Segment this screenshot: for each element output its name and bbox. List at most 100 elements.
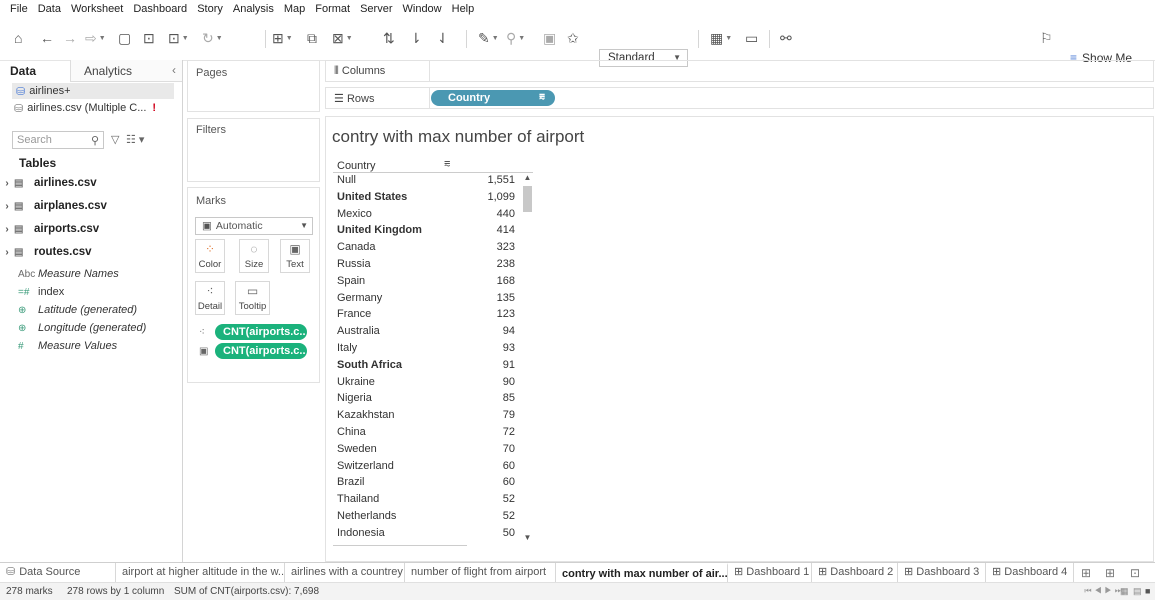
sort-descending-icon[interactable]: ⇃	[437, 28, 449, 48]
highlight-icon[interactable]: ✎ ▼	[478, 28, 499, 48]
menu-file[interactable]: File	[0, 3, 33, 15]
columns-shelf[interactable]: ⦀ Columns	[325, 60, 1154, 82]
field-item[interactable]: # Measure Values	[18, 338, 117, 354]
table-item[interactable]: › ▤ airports.csv	[0, 220, 99, 238]
tooltip-button[interactable]: ▭ Tooltip	[235, 281, 270, 315]
menu-data[interactable]: Data	[33, 3, 66, 15]
show-cards-icon[interactable]: ▦ ▼	[710, 28, 732, 48]
menu-map[interactable]: Map	[279, 3, 310, 15]
table-item[interactable]: › ▤ routes.csv	[0, 243, 91, 261]
pin-tooltip-icon[interactable]: ⚐	[1040, 28, 1053, 48]
collapse-pane-icon[interactable]: ‹	[172, 63, 176, 77]
sheet-tab[interactable]: number of flight from airport	[405, 563, 556, 583]
menu-server[interactable]: Server	[355, 3, 397, 15]
field-item[interactable]: ⊕ Latitude (generated)	[18, 302, 137, 318]
replay-icon[interactable]: ⇨ ▼	[85, 28, 106, 48]
table-row[interactable]: Netherlands 52	[333, 508, 517, 525]
sheet-tab[interactable]: ⊞ Dashboard 1	[728, 563, 812, 583]
tab-data[interactable]: Data	[0, 60, 70, 82]
mark-type-dropdown[interactable]: ▣ Automatic ▼	[195, 217, 313, 235]
field-item[interactable]: =# index	[18, 284, 64, 300]
search-input[interactable]: Search ⚲	[12, 131, 104, 149]
table-row[interactable]: United States 1,099	[333, 189, 517, 206]
group-icon[interactable]: ⚲ ▼	[506, 28, 525, 48]
text-pill-row[interactable]: ▣ CNT(airports.c..	[199, 343, 307, 359]
menu-analysis[interactable]: Analysis	[228, 3, 279, 15]
text-button[interactable]: ▣ Text	[280, 239, 310, 273]
table-row[interactable]: Canada 323	[333, 239, 517, 256]
undo-icon[interactable]: ←	[40, 28, 54, 48]
table-item[interactable]: › ▤ airlines.csv	[0, 174, 96, 192]
new-dashboard-icon[interactable]: ⊞	[1105, 566, 1115, 580]
duplicate-sheet-icon[interactable]: ⧉	[307, 28, 317, 48]
menu-format[interactable]: Format	[310, 3, 355, 15]
field-item[interactable]: Abc Measure Names	[18, 266, 119, 282]
menu-help[interactable]: Help	[447, 3, 480, 15]
table-row[interactable]: Null 1,551	[333, 172, 517, 189]
table-row[interactable]: Germany 135	[333, 290, 517, 307]
presentation-mode-icon[interactable]: ▭	[745, 28, 758, 48]
sheet-tab[interactable]: ⛁ Data Source	[0, 563, 116, 583]
datasource-item[interactable]: ⛁ airlines.csv (Multiple C... !	[14, 100, 156, 116]
redo-icon[interactable]: →	[63, 28, 77, 48]
sort-ascending-icon[interactable]: ⇂	[410, 28, 422, 48]
table-row[interactable]: Spain 168	[333, 273, 517, 290]
label-icon[interactable]: ▣	[543, 28, 556, 48]
sheet-tab[interactable]: ⊞ Dashboard 4	[986, 563, 1074, 583]
measure-pill[interactable]: CNT(airports.c..	[215, 324, 307, 340]
new-worksheet-icon[interactable]: ⊡ ▼	[168, 28, 189, 48]
menu-dashboard[interactable]: Dashboard	[128, 3, 192, 15]
sheet-tab[interactable]: ⊞ Dashboard 3	[898, 563, 986, 583]
chevron-right-icon[interactable]: ›	[0, 201, 14, 212]
pages-card[interactable]: Pages	[187, 60, 320, 112]
tab-analytics[interactable]: Analytics ‹	[70, 60, 182, 82]
table-item[interactable]: › ▤ airplanes.csv	[0, 197, 107, 215]
table-row[interactable]: Sweden 70	[333, 441, 517, 458]
table-row[interactable]: Mexico 440	[333, 206, 517, 223]
table-row[interactable]: Australia 94	[333, 323, 517, 340]
scrollbar-thumb[interactable]	[523, 186, 532, 212]
menu-window[interactable]: Window	[398, 3, 447, 15]
table-row[interactable]: Indonesia 50	[333, 525, 517, 542]
scroll-up-icon[interactable]: ▲	[522, 173, 533, 182]
filmstrip-view-icon[interactable]: ■	[1145, 586, 1150, 596]
menu-worksheet[interactable]: Worksheet	[66, 3, 128, 15]
table-row[interactable]: Thailand 52	[333, 491, 517, 508]
chevron-right-icon[interactable]: ›	[0, 178, 14, 189]
new-datasource-icon[interactable]: ⊡	[143, 28, 155, 48]
filter-icon[interactable]: ▽	[111, 133, 119, 146]
table-row[interactable]: China 72	[333, 424, 517, 441]
sheet-navigation-icon[interactable]: ⏮◀▶⏭	[1084, 586, 1125, 596]
grid-view-icon[interactable]: ▦	[1120, 586, 1129, 597]
view-options-icon[interactable]: ☷ ▾	[126, 133, 144, 146]
detail-button[interactable]: ⁖ Detail	[195, 281, 225, 315]
table-row[interactable]: Brazil 60	[333, 474, 517, 491]
table-row[interactable]: Italy 93	[333, 340, 517, 357]
add-sheet-icon[interactable]: ⊞ ▼	[272, 28, 293, 48]
datasource-item[interactable]: ⛁ airlines+	[12, 83, 174, 99]
table-row[interactable]: Kazakhstan 79	[333, 407, 517, 424]
sheet-tab[interactable]: contry with max number of air...	[556, 563, 728, 583]
size-button[interactable]: ◌ Size	[239, 239, 269, 273]
table-row[interactable]: Ukraine 90	[333, 374, 517, 391]
clear-sheet-icon[interactable]: ⊠ ▼	[332, 28, 353, 48]
refresh-icon[interactable]: ↻ ▼	[202, 28, 223, 48]
save-icon[interactable]: ▢	[118, 28, 131, 48]
swap-axes-icon[interactable]: ⇅	[383, 28, 395, 48]
new-story-icon[interactable]: ⊡	[1130, 566, 1140, 580]
table-row[interactable]: South Africa 91	[333, 357, 517, 374]
table-row[interactable]: France 123	[333, 306, 517, 323]
field-item[interactable]: ⊕ Longitude (generated)	[18, 320, 146, 336]
table-row[interactable]: United Kingdom 414	[333, 222, 517, 239]
sort-icon[interactable]: ⩳	[444, 158, 450, 171]
scroll-down-icon[interactable]: ▼	[522, 533, 533, 542]
detail-pill-row[interactable]: ⁖ CNT(airports.c..	[199, 324, 307, 340]
chevron-right-icon[interactable]: ›	[0, 224, 14, 235]
sheet-tab[interactable]: airlines with a countrey	[285, 563, 405, 583]
sheet-tab[interactable]: ⊞ Dashboard 2	[812, 563, 898, 583]
column-header[interactable]: Country	[337, 160, 376, 172]
country-dimension-pill[interactable]: Country ⩳	[431, 90, 555, 106]
chevron-right-icon[interactable]: ›	[0, 247, 14, 258]
table-row[interactable]: Switzerland 60	[333, 458, 517, 475]
filters-card[interactable]: Filters	[187, 118, 320, 182]
